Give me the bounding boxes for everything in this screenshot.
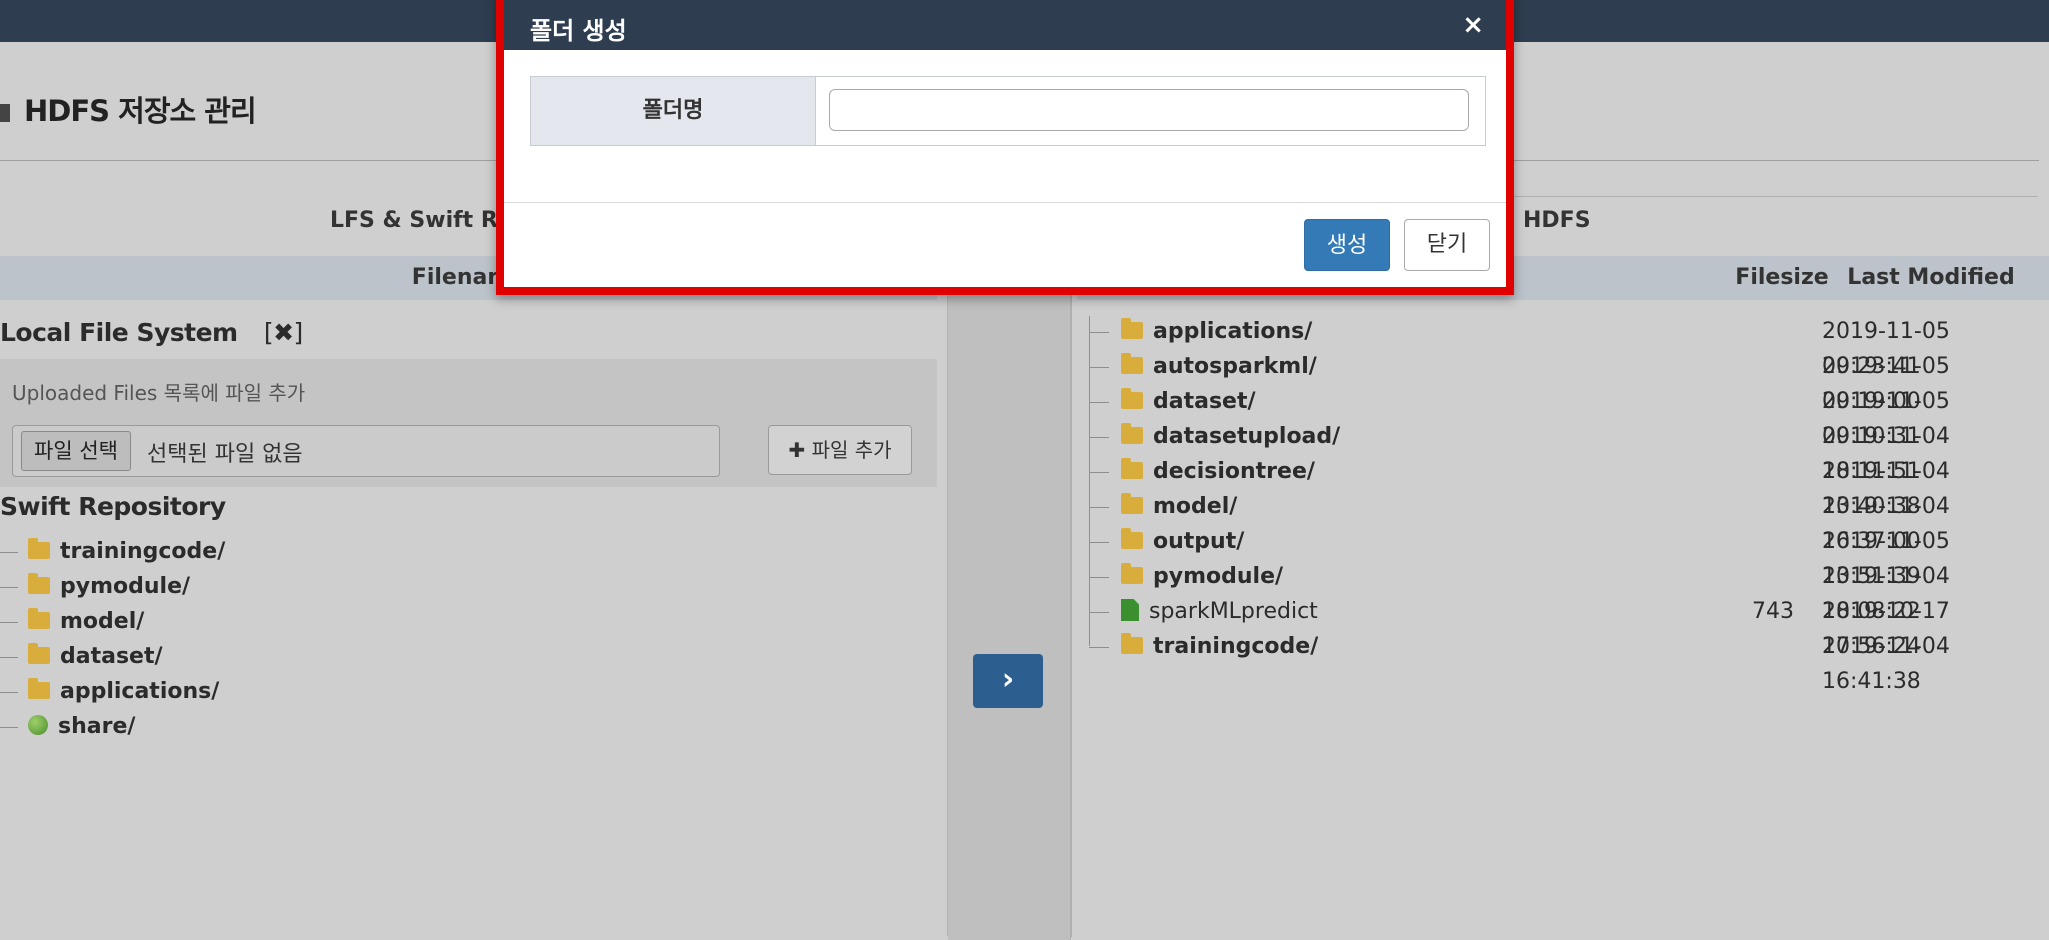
close-button[interactable]: 닫기 <box>1404 219 1490 271</box>
folder-icon <box>28 572 50 594</box>
folder-icon <box>1121 457 1143 479</box>
swift-item-label: trainingcode/ <box>60 539 226 564</box>
upload-box: Uploaded Files 목록에 파일 추가 파일 선택 선택된 파일 없음… <box>0 359 937 487</box>
upload-caption: Uploaded Files 목록에 파일 추가 <box>12 381 306 405</box>
folder-icon <box>28 537 50 559</box>
lfs-collapse-toggle[interactable]: [✖] <box>264 318 303 347</box>
hdfs-item-modified: 2019-11-05 13:51:39 <box>1822 529 1950 589</box>
hdfs-item[interactable]: output/ <box>1089 524 1244 559</box>
hdfs-item-label: decisiontree/ <box>1153 459 1315 484</box>
hdfs-item-modified: 2019-11-04 16:41:38 <box>1822 634 1950 694</box>
right-panel-header: HDFS <box>1523 208 1591 233</box>
hdfs-item-label: pymodule/ <box>1153 564 1284 589</box>
hdfs-item-label: datasetupload/ <box>1153 424 1341 449</box>
page-title: HDFS 저장소 관리 <box>0 88 257 130</box>
hdfs-item-label: autosparkml/ <box>1153 354 1317 379</box>
hdfs-item[interactable]: datasetupload/ <box>1089 419 1340 454</box>
hdfs-item[interactable]: decisiontree/ <box>1089 454 1315 489</box>
page-title-text: HDFS 저장소 관리 <box>24 94 257 128</box>
hdfs-item[interactable]: trainingcode/ <box>1089 629 1318 664</box>
hdfs-item-modified: 2019-10-17 17:56:24 <box>1822 599 1950 659</box>
swift-item[interactable]: applications/ <box>0 677 219 707</box>
swift-item[interactable]: share/ <box>0 712 135 742</box>
hdfs-item[interactable]: autosparkml/ <box>1089 349 1317 384</box>
folder-icon <box>1121 562 1143 584</box>
hdfs-item-label: output/ <box>1153 529 1245 554</box>
swift-title: Swift Repository <box>0 492 226 521</box>
hdfs-item[interactable]: sparkMLpredict <box>1089 594 1318 629</box>
folder-name-label: 폴더명 <box>531 77 816 145</box>
tree-connector <box>0 586 18 588</box>
tree-connector <box>0 656 18 658</box>
file-input[interactable]: 파일 선택 선택된 파일 없음 <box>12 425 720 477</box>
close-icon[interactable]: × <box>1462 10 1484 40</box>
folder-icon <box>1121 317 1143 339</box>
transfer-column: › <box>948 290 1071 940</box>
choose-file-button[interactable]: 파일 선택 <box>21 431 131 471</box>
hdfs-item-modified: 2019-11-04 18:11:51 <box>1822 424 1950 484</box>
create-folder-modal: 폴더 생성 × 폴더명 생성 닫기 <box>496 0 1514 295</box>
swift-item-label: applications/ <box>60 679 220 704</box>
last-modified-column-header[interactable]: Last Modified <box>1831 256 2031 300</box>
hdfs-item-modified: 2019-11-05 09:10:31 <box>1822 389 1950 449</box>
folder-icon <box>1121 387 1143 409</box>
hdfs-item-label: sparkMLpredict <box>1149 599 1318 624</box>
hdfs-item-modified: 2019-11-04 16:37:00 <box>1822 494 1950 554</box>
swift-item[interactable]: model/ <box>0 607 144 637</box>
add-file-button[interactable]: ✚ 파일 추가 <box>768 425 912 475</box>
hdfs-item-label: model/ <box>1153 494 1238 519</box>
folder-icon <box>1121 527 1143 549</box>
hdfs-item[interactable]: dataset/ <box>1089 384 1256 419</box>
file-status: 선택된 파일 없음 <box>147 442 303 467</box>
modal-header: 폴더 생성 × <box>504 0 1506 50</box>
swift-item[interactable]: pymodule/ <box>0 572 190 602</box>
modal-body: 폴더명 <box>504 50 1506 203</box>
modal-title: 폴더 생성 <box>530 17 627 45</box>
hdfs-item-label: dataset/ <box>1153 389 1256 414</box>
hdfs-item-size: 743 <box>1752 599 1794 624</box>
hdfs-item-label: applications/ <box>1153 319 1313 344</box>
folder-icon <box>1121 632 1143 654</box>
file-icon <box>1121 599 1139 621</box>
folder-icon <box>28 642 50 664</box>
swift-item[interactable]: dataset/ <box>0 642 163 672</box>
tree-connector <box>0 551 18 553</box>
hdfs-item-modified: 2019-11-05 09:23:41 <box>1822 319 1950 379</box>
swift-item[interactable]: trainingcode/ <box>0 537 225 567</box>
transfer-button[interactable]: › <box>973 654 1043 708</box>
swift-item-label: model/ <box>60 609 145 634</box>
folder-form: 폴더명 <box>530 76 1486 146</box>
folder-icon <box>28 677 50 699</box>
create-button[interactable]: 생성 <box>1304 219 1390 271</box>
lfs-title: Local File System <box>0 318 238 347</box>
swift-item-label: share/ <box>58 714 136 739</box>
tree-connector <box>0 621 18 623</box>
folder-name-input[interactable] <box>829 89 1469 131</box>
lfs-section-title: Local File System [✖] <box>0 318 303 347</box>
folder-icon <box>28 607 50 629</box>
tree-connector <box>0 726 18 728</box>
left-panel: LFS & Swift Re Filename Local File Syste… <box>0 196 948 936</box>
folder-icon <box>1121 492 1143 514</box>
hdfs-item-modified: 2019-11-05 09:19:00 <box>1822 354 1950 414</box>
hdfs-item[interactable]: pymodule/ <box>1089 559 1283 594</box>
hdfs-item[interactable]: applications/ <box>1089 314 1312 349</box>
globe-icon <box>28 715 48 735</box>
left-panel-header: LFS & Swift Re <box>330 208 513 233</box>
modal-footer: 생성 닫기 <box>504 203 1506 287</box>
hdfs-item-modified: 2019-11-04 18:08:22 <box>1822 564 1950 624</box>
tree-connector <box>0 691 18 693</box>
folder-icon <box>1121 352 1143 374</box>
hdfs-item-modified: 2019-11-04 13:40:38 <box>1822 459 1950 519</box>
hdfs-item-label: trainingcode/ <box>1153 634 1319 659</box>
hdfs-item[interactable]: model/ <box>1089 489 1237 524</box>
folder-icon <box>1121 422 1143 444</box>
storage-icon <box>0 104 10 122</box>
swift-item-label: pymodule/ <box>60 574 191 599</box>
swift-item-label: dataset/ <box>60 644 163 669</box>
